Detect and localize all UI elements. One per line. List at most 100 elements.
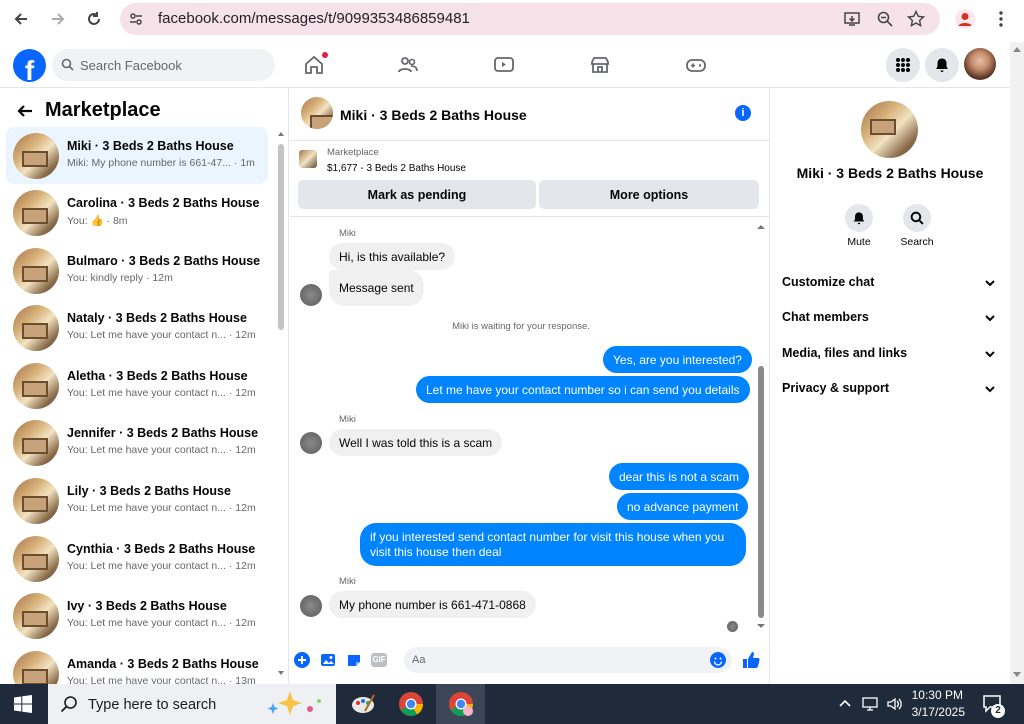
windows-start-icon[interactable] bbox=[14, 695, 32, 718]
video-icon[interactable] bbox=[490, 52, 518, 78]
chat-title[interactable]: Miki · 3 Beds 2 Baths House bbox=[340, 107, 527, 123]
listing-thumbnail bbox=[13, 248, 59, 294]
conversation-preview: You: Let me have your contact n... · 12m bbox=[67, 387, 256, 399]
outgoing-message[interactable]: Let me have your contact number so i can… bbox=[416, 376, 750, 403]
account-avatar[interactable] bbox=[964, 48, 996, 80]
listing-price-title[interactable]: $1,677 - 3 Beds 2 Baths House bbox=[327, 163, 466, 174]
chrome-app-icon[interactable] bbox=[398, 691, 424, 722]
page-scrollbar[interactable] bbox=[1010, 42, 1024, 684]
incoming-message[interactable]: Message sent bbox=[329, 270, 424, 306]
notifications-bell-icon[interactable] bbox=[925, 48, 959, 82]
chat-listing-avatar[interactable] bbox=[301, 97, 333, 129]
conversation-item[interactable]: Lily · 3 Beds 2 Baths House You: Let me … bbox=[6, 472, 268, 529]
message-composer-input[interactable] bbox=[404, 647, 732, 673]
mute-label[interactable]: Mute bbox=[829, 236, 889, 248]
conversation-item[interactable]: Aletha · 3 Beds 2 Baths House You: Let m… bbox=[6, 357, 268, 414]
conversation-item[interactable]: Miki · 3 Beds 2 Baths House Miki: My pho… bbox=[6, 127, 268, 184]
forward-icon[interactable] bbox=[45, 6, 71, 32]
install-app-icon[interactable] bbox=[843, 10, 861, 33]
chrome-active-icon[interactable] bbox=[448, 691, 474, 722]
chevron-down-icon[interactable] bbox=[984, 382, 996, 394]
conversation-item[interactable]: Ivy · 3 Beds 2 Baths House You: Let me h… bbox=[6, 587, 268, 644]
search-chat-icon[interactable] bbox=[903, 204, 931, 232]
conversation-item[interactable]: Amanda · 3 Beds 2 Baths House You: Let m… bbox=[6, 645, 268, 684]
details-listing-avatar[interactable] bbox=[861, 101, 918, 158]
conversation-title: Carolina · 3 Beds 2 Baths House bbox=[67, 196, 260, 210]
conversation-item[interactable]: Jennifer · 3 Beds 2 Baths House You: Let… bbox=[6, 414, 268, 471]
gif-icon[interactable]: GIF bbox=[371, 653, 387, 667]
emoji-icon[interactable] bbox=[710, 652, 726, 673]
conversation-preview: Miki: My phone number is 661-47... · 1m bbox=[67, 157, 255, 169]
gaming-icon[interactable] bbox=[682, 52, 710, 78]
outgoing-message[interactable]: Yes, are you interested? bbox=[603, 346, 752, 373]
outgoing-message[interactable]: dear this is not a scam bbox=[609, 463, 750, 490]
listing-thumbnail bbox=[13, 420, 59, 466]
privacy-support-section[interactable]: Privacy & support bbox=[782, 381, 889, 395]
details-title: Miki · 3 Beds 2 Baths House bbox=[796, 165, 984, 181]
bookmark-star-icon[interactable] bbox=[906, 9, 926, 33]
sender-name: Miki bbox=[339, 576, 356, 587]
network-icon[interactable] bbox=[862, 696, 880, 717]
listing-thumbnail bbox=[13, 363, 59, 409]
conversation-item[interactable]: Carolina · 3 Beds 2 Baths House You: 👍 ·… bbox=[6, 184, 268, 241]
back-icon[interactable] bbox=[8, 6, 34, 32]
taskbar-search-icon bbox=[60, 695, 78, 718]
reload-icon[interactable] bbox=[81, 6, 107, 32]
listing-thumbnail bbox=[13, 593, 59, 639]
marketplace-icon[interactable] bbox=[586, 52, 614, 78]
media-files-links-section[interactable]: Media, files and links bbox=[782, 346, 907, 360]
outgoing-message[interactable]: no advance payment bbox=[617, 493, 749, 520]
chat-scrollbar[interactable] bbox=[756, 222, 766, 632]
friends-icon[interactable] bbox=[394, 52, 422, 78]
listing-thumbnail bbox=[13, 133, 59, 179]
clock-time[interactable]: 10:30 PM bbox=[905, 688, 963, 702]
mute-bell-icon[interactable] bbox=[845, 204, 873, 232]
conversation-preview: You: 👍 · 8m bbox=[67, 215, 128, 227]
search-label[interactable]: Search bbox=[887, 236, 947, 248]
chat-members-section[interactable]: Chat members bbox=[782, 310, 869, 324]
conversation-title: Aletha · 3 Beds 2 Baths House bbox=[67, 369, 248, 383]
mark-as-pending-button[interactable]: Mark as pending bbox=[298, 180, 536, 209]
incoming-message[interactable]: Hi, is this available? bbox=[329, 243, 456, 270]
back-arrow-icon[interactable] bbox=[16, 102, 34, 125]
facebook-logo-icon[interactable]: f bbox=[13, 49, 46, 82]
sender-avatar bbox=[300, 432, 322, 454]
conversation-item[interactable]: Cynthia · 3 Beds 2 Baths House You: Let … bbox=[6, 530, 268, 587]
home-icon[interactable] bbox=[300, 52, 328, 78]
paint-app-icon[interactable] bbox=[350, 691, 376, 722]
photo-icon[interactable] bbox=[320, 652, 336, 673]
conversation-item[interactable]: Bulmaro · 3 Beds 2 Baths House You: kind… bbox=[6, 242, 268, 299]
sender-name: Miki bbox=[339, 414, 356, 425]
speaker-icon[interactable] bbox=[886, 696, 904, 717]
chevron-down-icon[interactable] bbox=[984, 347, 996, 359]
site-settings-icon[interactable] bbox=[128, 11, 144, 32]
conversation-list-scrollbar[interactable] bbox=[277, 130, 285, 680]
conversation-preview: You: Let me have your contact n... · 12m bbox=[67, 329, 256, 341]
profile-icon[interactable] bbox=[955, 9, 975, 29]
conversation-preview: You: Let me have your contact n... · 13m bbox=[67, 675, 256, 684]
like-thumb-icon[interactable] bbox=[741, 650, 761, 675]
chevron-down-icon[interactable] bbox=[984, 311, 996, 323]
info-icon[interactable]: i bbox=[735, 105, 751, 121]
zoom-icon[interactable] bbox=[876, 10, 894, 33]
chevron-up-icon[interactable] bbox=[838, 697, 852, 716]
conversation-preview: You: Let me have your contact n... · 12m bbox=[67, 560, 256, 572]
more-options-button[interactable]: More options bbox=[539, 180, 759, 209]
listing-thumbnail bbox=[13, 478, 59, 524]
conversation-item[interactable]: Nataly · 3 Beds 2 Baths House You: Let m… bbox=[6, 299, 268, 356]
sparkle-highlight-icon[interactable] bbox=[265, 689, 327, 724]
incoming-message[interactable]: My phone number is 661-471-0868 bbox=[329, 591, 536, 618]
browser-menu-icon[interactable] bbox=[997, 10, 1005, 33]
listing-mini-thumbnail[interactable] bbox=[299, 150, 317, 168]
chevron-down-icon[interactable] bbox=[984, 276, 996, 288]
sender-name: Miki bbox=[339, 228, 356, 239]
incoming-message[interactable]: Well I was told this is a scam bbox=[329, 429, 503, 456]
customize-chat-section[interactable]: Customize chat bbox=[782, 275, 874, 289]
sender-avatar bbox=[300, 284, 322, 306]
listing-thumbnail bbox=[13, 536, 59, 582]
menu-grid-icon[interactable] bbox=[886, 48, 920, 82]
add-more-icon[interactable] bbox=[294, 652, 310, 673]
sticker-icon[interactable] bbox=[346, 652, 362, 673]
clock-date[interactable]: 3/17/2025 bbox=[905, 705, 965, 719]
outgoing-message[interactable]: if you interested send contact number fo… bbox=[360, 523, 746, 566]
